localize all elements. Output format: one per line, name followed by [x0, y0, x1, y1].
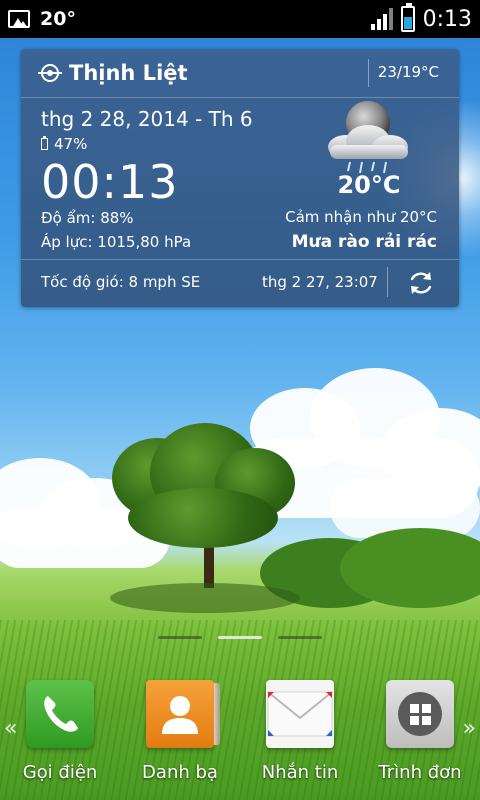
- phone-icon[interactable]: [26, 680, 94, 748]
- contacts-icon[interactable]: [146, 680, 220, 748]
- feels-like: Cảm nhận như 20°C: [285, 208, 437, 226]
- page-indicator: [0, 636, 480, 639]
- dock-item-app-menu[interactable]: Trình đơn: [365, 680, 475, 783]
- tree-shadow: [110, 583, 300, 613]
- page-dot: [158, 636, 202, 639]
- dock-label: Trình đơn: [378, 762, 462, 783]
- location-icon: [38, 64, 62, 82]
- weather-condition: Mưa rào rải rác: [291, 232, 437, 252]
- dock-label: Danh bạ: [142, 762, 218, 783]
- dock: « » Gọi điện Danh bạ Nhắn tin Trình đơn: [0, 676, 480, 800]
- page-dot: [278, 636, 322, 639]
- status-temperature: 20°: [40, 8, 76, 30]
- pressure: Áp lực: 1015,80 hPa: [41, 233, 192, 251]
- battery-percent: 47%: [54, 135, 88, 153]
- battery-small-icon: [41, 136, 48, 150]
- current-temperature: 20°C: [337, 171, 401, 199]
- weather-widget[interactable]: Thịnh Liệt 23/19°C thg 2 28, 2014 - Th 6…: [21, 49, 459, 307]
- dock-label: Nhắn tin: [261, 762, 339, 783]
- dock-label: Gọi điện: [22, 762, 98, 783]
- date-label: thg 2 28, 2014 - Th 6: [41, 107, 253, 131]
- divider: [21, 97, 459, 98]
- divider: [368, 59, 369, 87]
- signal-strength-icon: [370, 8, 393, 30]
- dock-item-phone[interactable]: Gọi điện: [5, 680, 115, 783]
- messaging-icon[interactable]: [266, 680, 334, 748]
- status-bar: 20° 0:13: [0, 0, 480, 38]
- battery-icon: [400, 3, 415, 32]
- refresh-icon[interactable]: [407, 269, 435, 297]
- rain-shower-moon-icon: [328, 101, 408, 174]
- clock[interactable]: 00:13: [41, 155, 179, 209]
- divider: [387, 267, 388, 297]
- page-dot-active: [218, 636, 262, 639]
- last-updated: thg 2 27, 23:07: [262, 273, 378, 291]
- location-name[interactable]: Thịnh Liệt: [69, 61, 188, 85]
- humidity: Độ ẩm: 88%: [41, 209, 134, 227]
- dock-item-messaging[interactable]: Nhắn tin: [245, 680, 355, 783]
- dock-item-contacts[interactable]: Danh bạ: [125, 680, 235, 783]
- divider: [21, 259, 459, 260]
- wind-speed: Tốc độ gió: 8 mph SE: [41, 273, 201, 291]
- app-menu-icon[interactable]: [386, 680, 454, 748]
- temperature-range: 23/19°C: [377, 63, 439, 81]
- status-time: 0:13: [422, 6, 472, 32]
- image-notification-icon: [8, 10, 30, 28]
- battery-level: 47%: [41, 135, 87, 153]
- tree-crown: [128, 488, 278, 548]
